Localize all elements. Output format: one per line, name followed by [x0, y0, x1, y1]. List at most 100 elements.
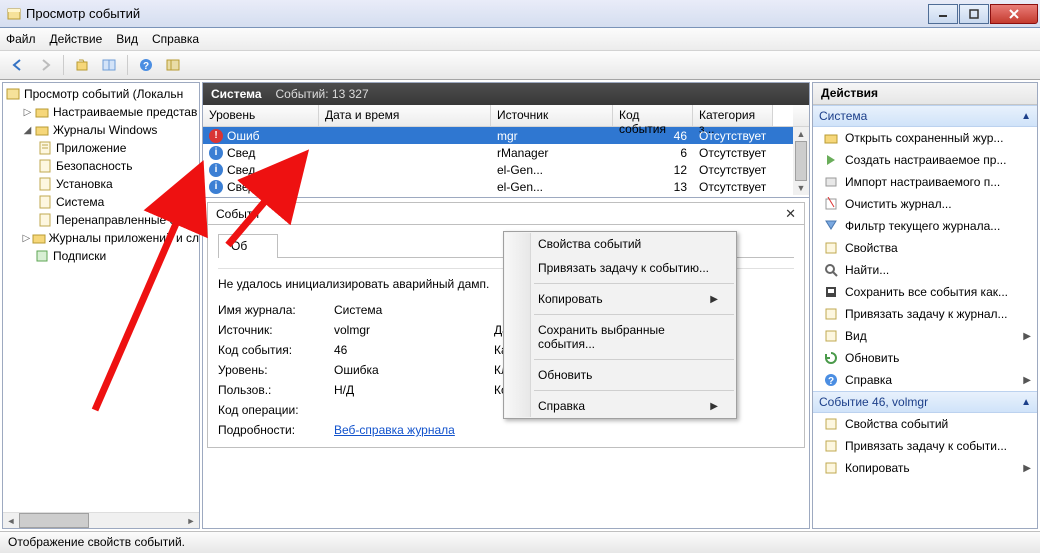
- cm-attach-task[interactable]: Привязать задачу к событию...: [504, 256, 736, 280]
- subscriptions-icon: [34, 248, 50, 264]
- action-item[interactable]: Импорт настраиваемого п...: [813, 171, 1037, 193]
- submenu-arrow-icon: ▶: [1023, 463, 1031, 474]
- action-item[interactable]: Найти...: [813, 259, 1037, 281]
- app-icon: [6, 6, 22, 22]
- action-icon: [823, 284, 839, 300]
- submenu-arrow-icon: ▶: [710, 294, 718, 305]
- action-icon: [823, 174, 839, 190]
- tree-security[interactable]: Безопасность: [3, 157, 199, 175]
- folder-icon: [34, 122, 50, 138]
- action-item[interactable]: Свойства: [813, 237, 1037, 259]
- actions-header: Действия: [813, 83, 1037, 105]
- event-viewer-icon: [5, 86, 21, 102]
- level-icon: i: [209, 146, 223, 160]
- action-icon: [823, 218, 839, 234]
- submenu-arrow-icon: ▶: [1023, 331, 1031, 342]
- collapse-icon: ▲: [1021, 111, 1031, 122]
- tab-general[interactable]: Об: [218, 234, 278, 258]
- table-row[interactable]: iСведel-Gen...12Отсутствует: [203, 161, 793, 178]
- col-code[interactable]: Код события: [613, 105, 693, 126]
- minimize-button[interactable]: [928, 4, 958, 24]
- tb-icon-1[interactable]: [70, 53, 94, 77]
- center-pane: Система Событий: 13 327 Уровень Дата и в…: [202, 82, 810, 529]
- action-item[interactable]: ?Справка▶: [813, 369, 1037, 391]
- actions-section-system[interactable]: Система▲: [813, 105, 1037, 127]
- action-icon: [823, 196, 839, 212]
- log-icon: [37, 140, 53, 156]
- col-source[interactable]: Источник: [491, 105, 613, 126]
- forward-button[interactable]: [33, 53, 57, 77]
- collapse-icon[interactable]: ◢: [21, 125, 34, 136]
- tree-root[interactable]: Просмотр событий (Локальн: [3, 85, 199, 103]
- tree-windows-logs[interactable]: ◢ Журналы Windows: [3, 121, 199, 139]
- action-item[interactable]: Фильтр текущего журнала...: [813, 215, 1037, 237]
- close-detail-icon[interactable]: ✕: [785, 206, 796, 222]
- maximize-button[interactable]: [959, 4, 989, 24]
- action-item[interactable]: Привязать задачу к событи...: [813, 435, 1037, 457]
- svg-text:?: ?: [143, 61, 149, 72]
- action-item[interactable]: Очистить журнал...: [813, 193, 1037, 215]
- action-icon: [823, 152, 839, 168]
- tree-system[interactable]: Система: [3, 193, 199, 211]
- menu-view[interactable]: Вид: [116, 32, 138, 46]
- menu-file[interactable]: Файл: [6, 32, 36, 46]
- col-date[interactable]: Дата и время: [319, 105, 491, 126]
- tb-help-icon[interactable]: ?: [134, 53, 158, 77]
- table-row[interactable]: iСведel-Gen...13Отсутствует: [203, 178, 793, 195]
- log-icon: [37, 212, 53, 228]
- cm-event-properties[interactable]: Свойства событий: [504, 232, 736, 256]
- action-item[interactable]: Привязать задачу к журнал...: [813, 303, 1037, 325]
- col-level[interactable]: Уровень: [203, 105, 319, 126]
- action-item[interactable]: Создать настраиваемое пр...: [813, 149, 1037, 171]
- log-icon: [37, 158, 53, 174]
- tb-icon-2[interactable]: [97, 53, 121, 77]
- horizontal-scrollbar[interactable]: ◄►: [3, 512, 199, 528]
- tb-icon-3[interactable]: [161, 53, 185, 77]
- action-item[interactable]: Сохранить все события как...: [813, 281, 1037, 303]
- action-icon: [823, 262, 839, 278]
- cm-refresh[interactable]: Обновить: [504, 363, 736, 387]
- tree-subscriptions[interactable]: ▷ Подписки: [3, 247, 199, 265]
- menu-action[interactable]: Действие: [50, 32, 103, 46]
- cm-help[interactable]: Справка▶: [504, 394, 736, 418]
- vertical-scrollbar[interactable]: ▲▼: [793, 105, 809, 195]
- action-icon: [823, 350, 839, 366]
- table-row[interactable]: iСведrManager6Отсутствует: [203, 144, 793, 161]
- detail-title: Событи: [216, 207, 259, 221]
- action-item[interactable]: Обновить: [813, 347, 1037, 369]
- level-icon: i: [209, 180, 223, 194]
- expand-icon[interactable]: ▷: [21, 233, 32, 244]
- menu-help[interactable]: Справка: [152, 32, 199, 46]
- action-icon: [823, 460, 839, 476]
- action-item[interactable]: Копировать▶: [813, 457, 1037, 479]
- action-icon: ?: [823, 372, 839, 388]
- action-icon: [823, 306, 839, 322]
- web-help-link[interactable]: Веб-справка журнала: [334, 423, 455, 437]
- tree-setup[interactable]: Установка: [3, 175, 199, 193]
- action-item[interactable]: Открыть сохраненный жур...: [813, 127, 1037, 149]
- col-category[interactable]: Категория з...: [693, 105, 773, 126]
- action-item[interactable]: Вид▶: [813, 325, 1037, 347]
- close-button[interactable]: [990, 4, 1038, 24]
- action-icon: [823, 130, 839, 146]
- level-icon: !: [209, 129, 223, 143]
- svg-text:?: ?: [828, 376, 834, 387]
- folder-icon: [32, 230, 46, 246]
- tree-app-services[interactable]: ▷ Журналы приложений и сл: [3, 229, 199, 247]
- actions-section-event[interactable]: Событие 46, volmgr▲: [813, 391, 1037, 413]
- expand-icon[interactable]: ▷: [21, 107, 34, 118]
- tree-custom-views[interactable]: ▷ Настраиваемые представ: [3, 103, 199, 121]
- action-icon: [823, 438, 839, 454]
- status-bar: Отображение свойств событий.: [0, 531, 1040, 553]
- folder-icon: [34, 104, 50, 120]
- event-grid[interactable]: !Ошибmgr46ОтсутствуетiСведrManager6Отсут…: [203, 127, 793, 195]
- action-icon: [823, 240, 839, 256]
- back-button[interactable]: [6, 53, 30, 77]
- cm-copy[interactable]: Копировать▶: [504, 287, 736, 311]
- tree-forwarded[interactable]: Перенаправленные со: [3, 211, 199, 229]
- log-icon: [37, 194, 53, 210]
- tree-application[interactable]: Приложение: [3, 139, 199, 157]
- action-item[interactable]: Свойства событий: [813, 413, 1037, 435]
- table-row[interactable]: !Ошибmgr46Отсутствует: [203, 127, 793, 144]
- cm-save-selected[interactable]: Сохранить выбранные события...: [504, 318, 736, 356]
